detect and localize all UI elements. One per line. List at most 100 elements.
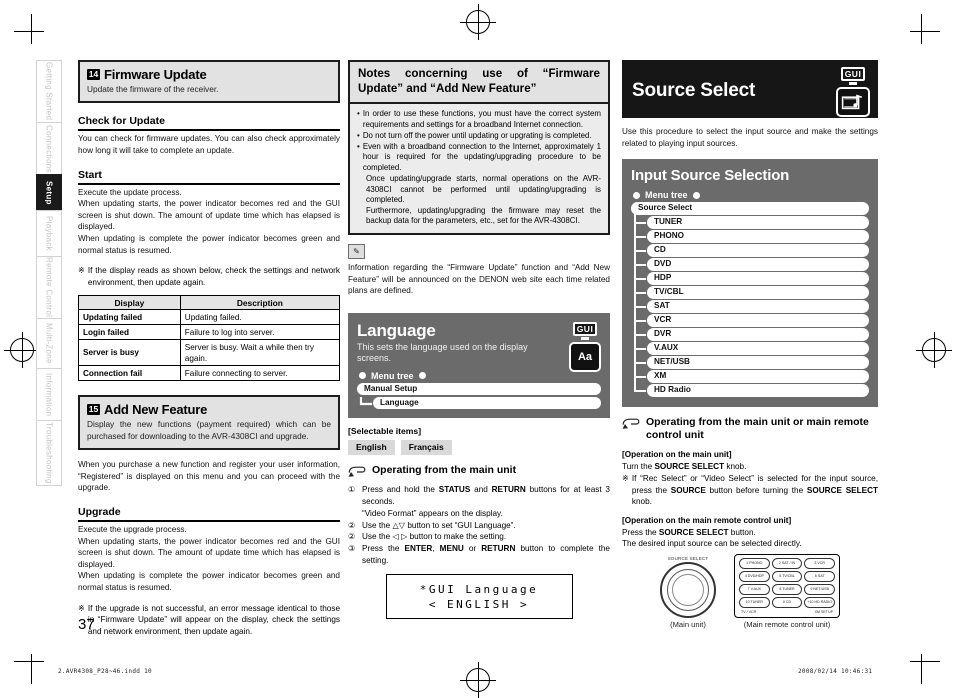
step-item: ② Use the △▽ button to set “GUI Language”… xyxy=(348,520,610,531)
language-gui-badge: GUI Aa xyxy=(568,319,602,372)
hand-pointer-icon xyxy=(622,417,640,431)
source-tree-row: XM xyxy=(631,356,869,383)
source-item-sat[interactable]: SAT xyxy=(647,300,869,313)
source-item-net-usb[interactable]: NET/USB xyxy=(647,356,869,369)
main-unit-note-text: If “Rec Select” or “Video Select” is sel… xyxy=(631,474,878,507)
menu-tree-label: Menu tree xyxy=(371,370,414,381)
crop-mark-tr-v xyxy=(921,14,922,44)
source-item-vcr[interactable]: VCR xyxy=(647,314,869,327)
column-right: GUI Source Select Use this procedure to … xyxy=(622,60,878,629)
remote-button[interactable]: 6 SAT xyxy=(804,570,836,582)
registration-mark-left xyxy=(4,332,40,368)
remote-button[interactable]: 9 NET/USB xyxy=(804,583,836,595)
bullet-icon: • xyxy=(357,141,360,151)
source-item-hd-radio[interactable]: HD Radio xyxy=(647,384,869,397)
sidebar-tab-playback[interactable]: Playback xyxy=(36,210,62,256)
notes-bullet: • Do not turn off the power until updatin… xyxy=(357,131,601,142)
tree-branch-line xyxy=(357,395,373,409)
tree-branch-line xyxy=(631,342,647,368)
source-item-dvd[interactable]: DVD xyxy=(647,258,869,271)
start-text-3: When updating is complete the power indi… xyxy=(78,233,340,255)
source-item-phono[interactable]: PHONO xyxy=(647,230,869,243)
crop-mark-br-v xyxy=(921,654,922,684)
source-tree-items: TUNER PHONO CD DVD HDP TV/CBL SAT VCR DVR V.AUX NE… xyxy=(631,210,869,397)
tree-branch-line xyxy=(631,286,647,312)
start-text-1: Execute the update process. xyxy=(78,187,182,197)
add-new-feature-body: When you purchase a new function and reg… xyxy=(78,459,340,494)
upgrade-body: Execute the upgrade process. When updati… xyxy=(78,524,340,594)
film-note-glyph xyxy=(841,94,863,110)
source-tree-row: DVR xyxy=(631,314,869,341)
registration-mark-top xyxy=(460,4,496,40)
source-item-dvr[interactable]: DVR xyxy=(647,328,869,341)
source-item-xm[interactable]: XM xyxy=(647,370,869,383)
remote-operation-block: [Operation on the main remote control un… xyxy=(622,515,878,550)
step-text: Use the △▽ button to set “GUI Language”. xyxy=(362,520,516,530)
tree-branch-line xyxy=(631,244,647,270)
column-middle: Notes concerning use of “Firmware Update… xyxy=(348,60,610,620)
remote-button[interactable]: 4 DVD/HDP xyxy=(739,570,770,582)
tree-branch-line xyxy=(631,230,647,256)
sidebar-tab-getting-started[interactable]: Getting Started xyxy=(36,60,62,122)
source-tree-row: HDP xyxy=(631,258,869,285)
source-tree-row: CD xyxy=(631,230,869,257)
sidebar-tab-label: Information xyxy=(44,372,54,417)
step-text: “Video Format” appears on the display. xyxy=(362,508,503,518)
crop-mark-bl-v xyxy=(31,654,32,684)
sidebar-tab-label: Playback xyxy=(44,216,54,251)
remote-button[interactable]: 7 V.AUX xyxy=(739,583,770,595)
source-tree-row: VCR xyxy=(631,300,869,327)
remote-button[interactable]: 10 TUNER xyxy=(739,596,770,608)
menu-tree-item-manual-setup[interactable]: Manual Setup xyxy=(357,382,601,396)
footer-right: 2008/02/14 10:46:31 xyxy=(798,668,873,675)
lcd-display: *GUI Language < ENGLISH > xyxy=(385,574,573,620)
language-menu-tree-header: Menu tree xyxy=(359,371,601,381)
remote-button[interactable]: 1 PHONO xyxy=(739,557,770,569)
remote-button-row: 4 DVD/HDP 5 TV/CBL 6 SAT xyxy=(739,570,836,582)
step-item: “Video Format” appears on the display. xyxy=(362,508,610,519)
table-cell-description: Failure to log into server. xyxy=(179,324,341,341)
sidebar-tabs: Getting Started Connections Setup Playback R… xyxy=(36,60,62,486)
language-option-english[interactable]: English xyxy=(348,440,395,456)
source-item-v-aux[interactable]: V.AUX xyxy=(647,342,869,355)
remote-button[interactable]: 8 TUNER xyxy=(771,583,803,595)
source-item-cd[interactable]: CD xyxy=(647,244,869,257)
remote-button[interactable]: 5 TV/CBL xyxy=(771,570,803,582)
main-unit-operation-block: [Operation on the main unit] Turn the SO… xyxy=(622,449,878,508)
remote-sub-right: XM SETUP xyxy=(814,609,833,614)
step-text: Use the ◁ ▷ button to make the setting. xyxy=(362,532,507,542)
table-row: Server is busy Server is busy. Wait a whi… xyxy=(78,339,341,367)
remote-button[interactable]: 3 VCR xyxy=(804,557,836,569)
hand-pointer-icon xyxy=(348,465,366,479)
pencil-note-text: Information regarding the “Firmware Upda… xyxy=(348,263,610,296)
sidebar-tab-remote-control[interactable]: Remote Control xyxy=(36,256,62,318)
sidebar-tab-information[interactable]: Information xyxy=(36,368,62,420)
menu-tree-item-language[interactable]: Language xyxy=(373,396,601,410)
remote-button-row: 10 TUNER 0 CD +10 HD RADIO xyxy=(739,596,836,608)
remote-button[interactable]: +10 HD RADIO xyxy=(804,596,836,608)
sidebar-tab-connections[interactable]: Connections xyxy=(36,122,62,174)
sidebar-tab-troubleshooting[interactable]: Troubleshooting xyxy=(36,420,62,486)
remote-button-row: 1 PHONO 2 SAT / IN 3 VCR xyxy=(739,557,836,569)
remote-button[interactable]: 2 SAT / IN xyxy=(771,557,803,569)
remote-body: 1 PHONO 2 SAT / IN 3 VCR 4 DVD/HDP 5 TV/CBL 6… xyxy=(734,553,840,618)
lcd-line-1: *GUI Language xyxy=(419,582,539,596)
notes-bullet-text: Do not turn off the power until updating… xyxy=(362,130,592,140)
add-new-feature-banner: 15 Add New Feature Display the new funct… xyxy=(78,395,340,451)
notes-bullet: • Even with a broadband connection to the… xyxy=(357,142,601,174)
check-for-update-text: You can check for firmware updates. You … xyxy=(78,134,340,155)
table-header-row: Display Description xyxy=(78,295,341,311)
firmware-update-banner: 14 Firmware Update Update the firmware o… xyxy=(78,60,340,104)
remote-button[interactable]: 0 CD xyxy=(771,596,803,608)
source-tree-row: TUNER xyxy=(631,210,869,229)
remote-sub-labels: TV / VCR XM SETUP xyxy=(739,610,835,614)
input-source-selection-panel: Input Source Selection Menu tree Source … xyxy=(622,159,878,407)
add-new-feature-title: Add New Feature xyxy=(104,402,208,418)
source-item-tuner[interactable]: TUNER xyxy=(647,216,869,229)
sidebar-tab-setup[interactable]: Setup xyxy=(36,174,62,210)
source-item-tv-cbl[interactable]: TV/CBL xyxy=(647,286,869,299)
language-option-fran-ais[interactable]: Français xyxy=(400,440,452,456)
sidebar-tab-multi-zone[interactable]: Multi-Zone xyxy=(36,318,62,368)
remote-illustration: 1 PHONO 2 SAT / IN 3 VCR 4 DVD/HDP 5 TV/CBL 6… xyxy=(734,553,840,629)
source-item-hdp[interactable]: HDP xyxy=(647,272,869,285)
